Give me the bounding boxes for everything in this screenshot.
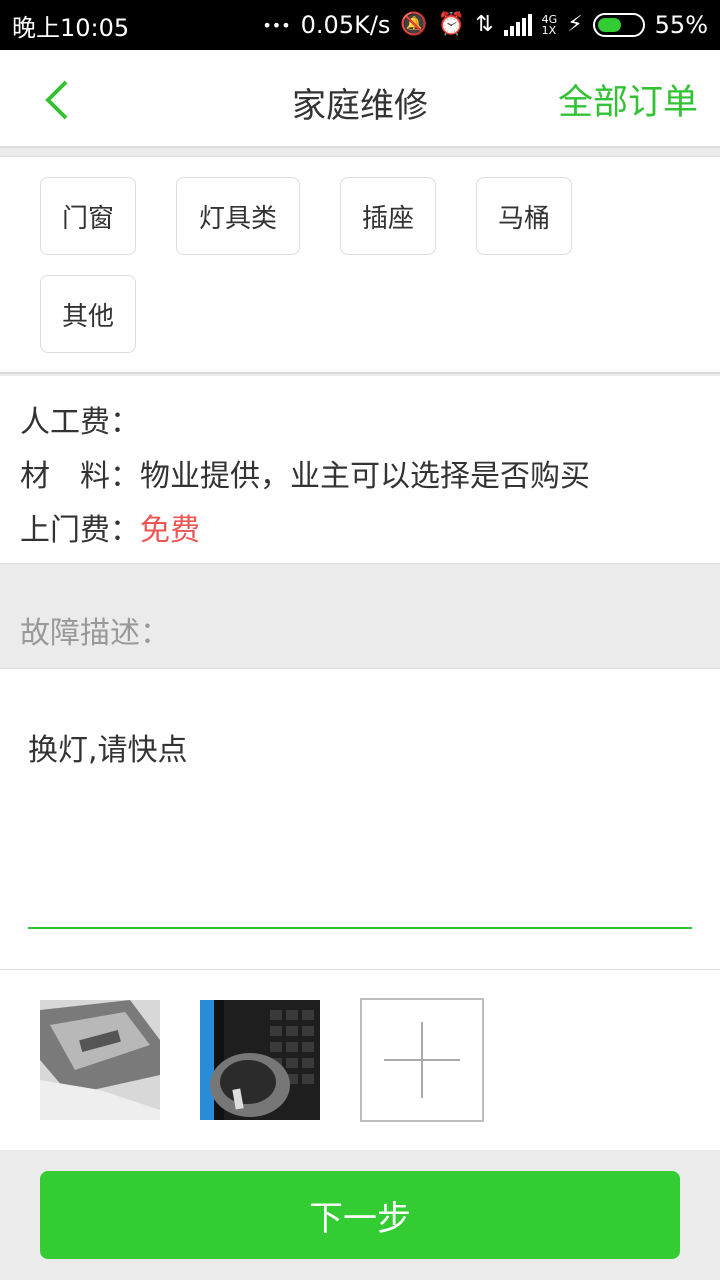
labor-fee: 人工费：	[20, 396, 720, 450]
mute-icon: 🔕	[400, 12, 428, 37]
visit-fee-value: 免费	[140, 513, 200, 548]
plus-icon-vertical	[421, 1022, 423, 1098]
category-lighting[interactable]: 灯具类	[176, 177, 300, 255]
status-dots: •••	[262, 15, 291, 35]
material-fee: 材 料：物业提供，业主可以选择是否购买	[20, 450, 720, 504]
material-fee-label: 材 料：	[20, 459, 140, 494]
material-fee-value: 物业提供，业主可以选择是否购买	[140, 459, 590, 494]
charging-icon: ⚡	[567, 12, 583, 37]
visit-fee: 上门费：免费	[20, 504, 720, 558]
fault-description-field[interactable]: 换灯,请快点	[0, 668, 720, 970]
network-type: 4G 1X	[542, 14, 558, 36]
fault-description-label: 故障描述：	[20, 616, 170, 651]
fee-info: 人工费： 材 料：物业提供，业主可以选择是否购买 上门费：免费	[0, 376, 720, 564]
category-options: 门窗 灯具类 插座 马桶 其他	[0, 156, 720, 374]
input-underline	[28, 927, 692, 929]
battery-percent: 55%	[654, 11, 708, 39]
status-bar: 晚上10:05 ••• 0.05K/s 🔕 ⏰ ⇅ 4G 1X ⚡ 55%	[0, 0, 720, 50]
network-type-bottom: 1X	[541, 24, 557, 37]
photo-section	[0, 970, 720, 1150]
photo-image-icon	[200, 1000, 320, 1120]
alarm-icon: ⏰	[437, 12, 466, 37]
category-other[interactable]: 其他	[40, 275, 136, 353]
category-socket[interactable]: 插座	[340, 177, 436, 255]
photo-thumbnail-2[interactable]	[200, 1000, 320, 1120]
status-icons: ••• 0.05K/s 🔕 ⏰ ⇅ 4G 1X ⚡ 55%	[262, 11, 708, 39]
net-speed: 0.05K/s	[300, 11, 391, 39]
visit-fee-label: 上门费：	[20, 513, 140, 548]
category-door-window[interactable]: 门窗	[40, 177, 136, 255]
next-step-button[interactable]: 下一步	[40, 1171, 680, 1259]
fault-description-text[interactable]: 换灯,请快点	[28, 725, 188, 769]
add-photo-button[interactable]	[360, 998, 484, 1122]
all-orders-link[interactable]: 全部订单	[558, 74, 698, 125]
photo-image-icon	[40, 1000, 160, 1120]
labor-fee-label: 人工费：	[20, 405, 140, 440]
app-header: 家庭维修 全部订单	[0, 50, 720, 148]
category-toilet[interactable]: 马桶	[476, 177, 572, 255]
photo-thumbnail-1[interactable]	[40, 1000, 160, 1120]
data-transfer-icon: ⇅	[475, 12, 494, 37]
battery-icon	[592, 13, 645, 37]
signal-icon	[503, 14, 532, 36]
status-time: 晚上10:05	[12, 13, 130, 42]
